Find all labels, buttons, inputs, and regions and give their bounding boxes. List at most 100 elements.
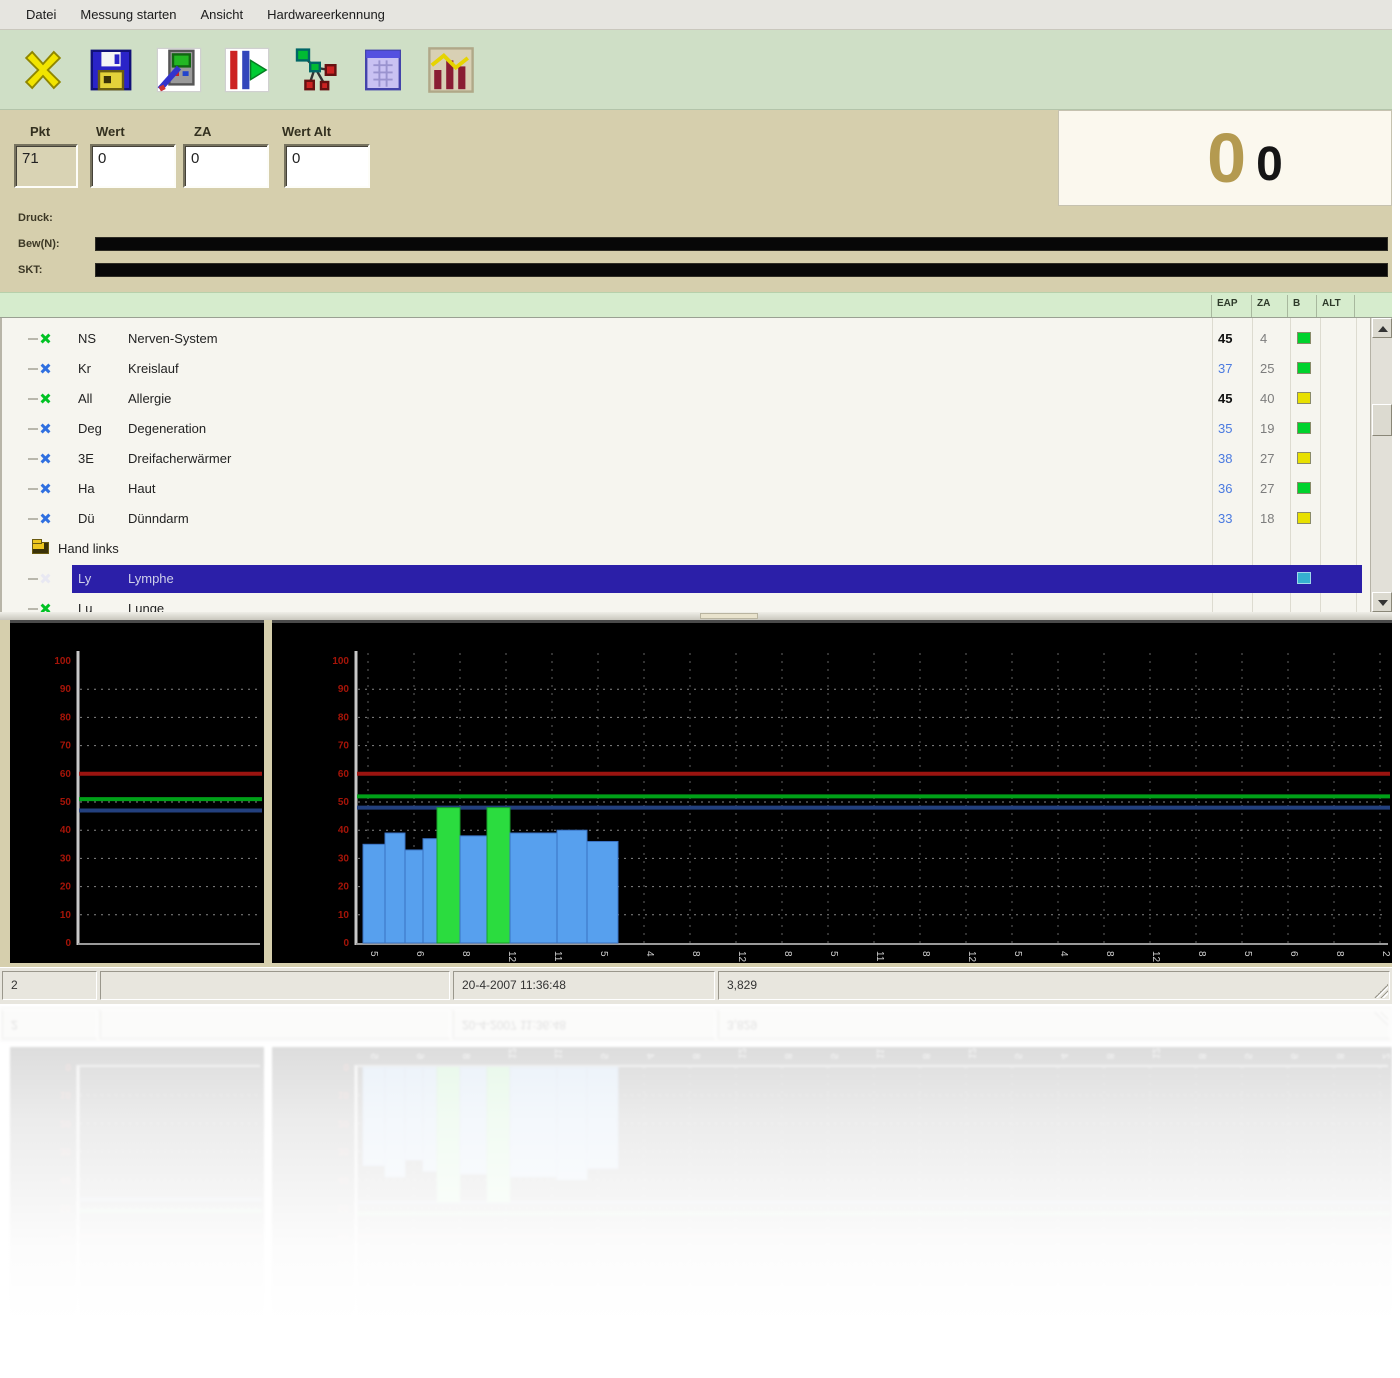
point-marker-icon <box>38 391 54 407</box>
point-marker-icon <box>38 511 54 527</box>
za-field[interactable]: 0 <box>183 144 269 188</box>
point-name: Haut <box>128 481 155 496</box>
eap-value: 45 <box>1218 391 1252 406</box>
svg-text:12: 12 <box>506 951 517 963</box>
arrow-down-icon <box>1378 600 1388 606</box>
svg-text:0: 0 <box>65 938 71 949</box>
list-item[interactable]: AllAllergie4540 <box>2 384 1392 414</box>
measurement-chart-panel: 1009080706050403020100568121154812851181… <box>272 620 1392 963</box>
save-button[interactable] <box>84 40 138 100</box>
list-item[interactable]: DegDegeneration3519 <box>2 414 1392 444</box>
list-item[interactable]: 3EDreifacherwärmer3827 <box>2 444 1392 474</box>
network-nodes-button[interactable] <box>288 40 342 100</box>
list-item[interactable]: Lu Lunge <box>2 594 1392 612</box>
svg-text:6: 6 <box>1288 951 1299 957</box>
header-col-za: ZA <box>1257 298 1270 309</box>
header-col-alt: ALT <box>1322 298 1341 309</box>
point-field[interactable]: 71 <box>14 144 78 188</box>
eap-value: 35 <box>1218 421 1252 436</box>
menu-item-datei[interactable]: Datei <box>16 4 66 25</box>
point-name: Nerven-System <box>128 331 218 346</box>
scroll-down-button[interactable] <box>1372 592 1392 612</box>
svg-text:80: 80 <box>60 712 72 723</box>
abort-icon <box>19 46 67 94</box>
point-code: 3E <box>78 451 124 466</box>
point-name: Lunge <box>128 601 164 612</box>
svg-text:8: 8 <box>1104 951 1115 957</box>
menu-item-hardwareerkennung[interactable]: Hardwareerkennung <box>257 4 395 25</box>
svg-text:100: 100 <box>54 656 71 667</box>
za-value: 25 <box>1260 361 1290 376</box>
za-value: 27 <box>1260 481 1290 496</box>
list-item[interactable]: KrKreislauf3725 <box>2 354 1392 384</box>
abort-button[interactable] <box>16 40 70 100</box>
svg-text:20: 20 <box>60 882 72 893</box>
list-item[interactable]: NSNerven-System454 <box>2 324 1392 354</box>
device-probe-button[interactable] <box>152 40 206 100</box>
point-code: All <box>78 391 124 406</box>
point-name: Degeneration <box>128 421 206 436</box>
list-item[interactable]: LyLymphe <box>2 564 1392 594</box>
za-value: 19 <box>1260 421 1290 436</box>
bew-label: Bew(N): <box>18 238 60 250</box>
device-probe-icon <box>155 46 203 94</box>
tree-connector <box>28 398 38 400</box>
wert-field[interactable]: 0 <box>90 144 176 188</box>
list-group-row[interactable]: Hand links <box>2 534 1392 564</box>
skt-progress-bar <box>95 263 1388 277</box>
svg-text:8: 8 <box>1334 951 1345 957</box>
resize-grip[interactable] <box>1374 984 1388 998</box>
svg-text:70: 70 <box>60 741 72 752</box>
svg-text:12: 12 <box>966 951 977 963</box>
svg-text:5: 5 <box>1242 951 1253 957</box>
header-col-eap: EAP <box>1217 298 1238 309</box>
tree-connector <box>28 338 38 340</box>
measure-transfer-icon <box>223 46 271 94</box>
report-window-button[interactable] <box>356 40 410 100</box>
bew-progress-bar <box>95 237 1388 251</box>
measure-transfer-button[interactable] <box>220 40 274 100</box>
status-cell-count: 2 <box>2 971 97 1000</box>
menu-bar: DateiMessung startenAnsichtHardwareerken… <box>0 0 1392 30</box>
vertical-scrollbar[interactable] <box>1370 318 1392 612</box>
menu-item-messung-starten[interactable]: Messung starten <box>70 4 186 25</box>
report-window-icon <box>359 46 407 94</box>
scrollbar-thumb[interactable] <box>1372 404 1392 436</box>
tree-connector <box>28 428 38 430</box>
tree-connector <box>28 518 38 520</box>
point-code: Ha <box>78 481 124 496</box>
list-header: EAP ZA B ALT <box>0 292 1392 318</box>
point-code: NS <box>78 331 124 346</box>
status-box-green <box>1297 362 1311 374</box>
list-item[interactable]: DüDünndarm3318 <box>2 504 1392 534</box>
svg-text:5: 5 <box>598 951 609 957</box>
wert-alt-field[interactable]: 0 <box>284 144 370 188</box>
overview-chart: 1009080706050403020100 <box>10 623 264 966</box>
selection-highlight <box>72 565 1362 593</box>
scroll-up-button[interactable] <box>1372 318 1392 338</box>
point-marker-icon <box>38 481 54 497</box>
point-label: Pkt <box>30 124 50 139</box>
menu-item-ansicht[interactable]: Ansicht <box>190 4 253 25</box>
splitter-handle[interactable] <box>0 612 1392 620</box>
statistics-chart-button[interactable] <box>424 40 478 100</box>
svg-text:8: 8 <box>460 951 471 957</box>
svg-text:60: 60 <box>338 769 350 780</box>
svg-text:4: 4 <box>1058 951 1069 957</box>
status-box-yellow <box>1297 452 1311 464</box>
point-code: Lu <box>78 601 124 612</box>
point-name: Kreislauf <box>128 361 179 376</box>
svg-text:50: 50 <box>60 797 72 808</box>
value-display: 0 0 <box>1058 110 1392 206</box>
tree-connector <box>28 368 38 370</box>
display-value-black: 0 <box>1256 141 1283 189</box>
point-code: Dü <box>78 511 124 526</box>
window-reflection: DateiMessung startenAnsichtHardwareerken… <box>0 1006 1392 1378</box>
point-marker-icon <box>38 361 54 377</box>
status-box-yellow <box>1297 392 1311 404</box>
tree-connector <box>28 608 38 610</box>
svg-text:20: 20 <box>338 882 350 893</box>
point-name: Dünndarm <box>128 511 189 526</box>
za-value: 27 <box>1260 451 1290 466</box>
list-item[interactable]: HaHaut3627 <box>2 474 1392 504</box>
